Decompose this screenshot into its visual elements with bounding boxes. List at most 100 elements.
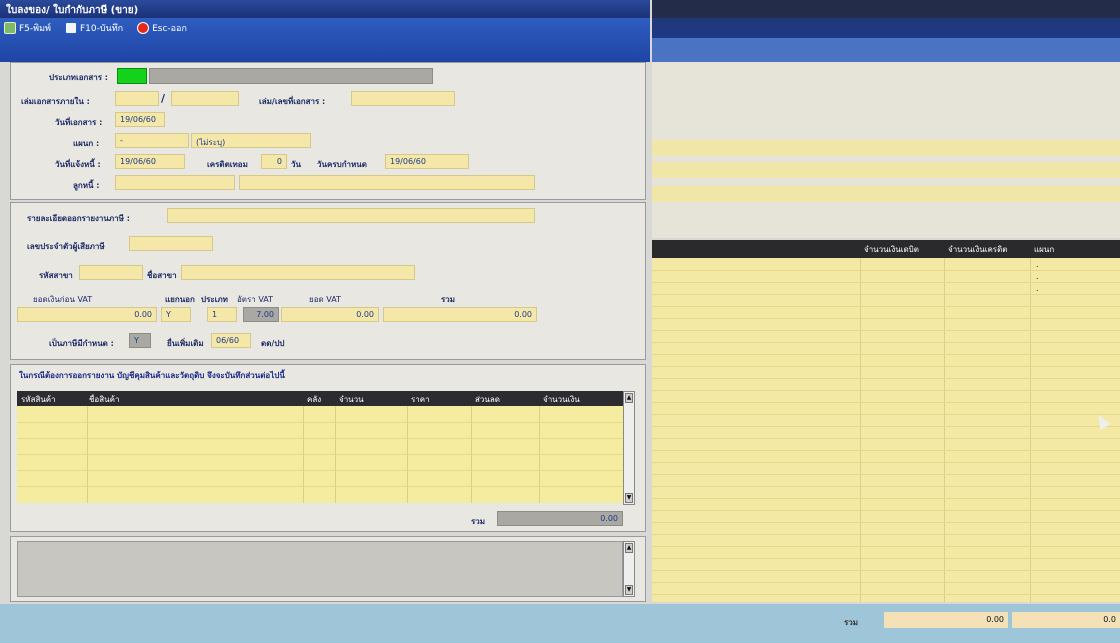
document-header-panel: ประเภทเอกสาร : เล่มเอกสารภายใน : / เล่ม/… bbox=[10, 62, 646, 200]
file-field[interactable]: 06/60 bbox=[211, 333, 251, 348]
due-date-field[interactable]: 19/06/60 bbox=[115, 154, 185, 169]
doc-type-field[interactable] bbox=[149, 68, 433, 84]
col-product-code: รหัสสินค้า bbox=[21, 395, 56, 404]
total-vat-label: รวม bbox=[441, 295, 456, 304]
is-tax-field: Y bbox=[129, 333, 151, 348]
totals-bar: รวม 0.00 0.0 bbox=[0, 604, 1120, 643]
total-vat-field: 0.00 bbox=[383, 307, 537, 322]
col-warehouse: คลัง bbox=[307, 395, 322, 404]
right-toolbar-strip bbox=[652, 38, 1120, 62]
exit-button[interactable]: Esc-ออก bbox=[137, 21, 187, 35]
col-discount: ส่วนลด bbox=[475, 395, 500, 404]
scroll-up-icon[interactable]: ▲ bbox=[625, 393, 633, 403]
branch-code-label: รหัสสาขา bbox=[39, 271, 73, 280]
save-button[interactable]: F10-บันทึก bbox=[64, 21, 124, 35]
print-button[interactable]: F5-พิมพ์ bbox=[4, 21, 51, 35]
credit-term-label: เครดิตเทอม bbox=[207, 160, 248, 169]
tax-detail-panel: รายละเอียดออกรายงานภาษี : เลขประจำตัวผู้… bbox=[10, 202, 646, 360]
branch-code-field[interactable] bbox=[79, 265, 143, 280]
print-label: F5-พิมพ์ bbox=[19, 24, 51, 34]
credit-total-field: 0.0 bbox=[1012, 612, 1120, 628]
internal-doc-field-a[interactable] bbox=[115, 91, 159, 106]
items-grid-header: รหัสสินค้า ชื่อสินค้า คลัง จำนวน ราคา ส่… bbox=[17, 391, 629, 406]
right-title-strip bbox=[652, 0, 1120, 18]
items-caption: ในกรณีต้องการออกรายงาน บัญชีคุมสินค้าและ… bbox=[19, 371, 285, 380]
due-date-label: วันที่แจ้งหนี้ : bbox=[55, 160, 101, 169]
taxid-field[interactable] bbox=[129, 236, 213, 251]
items-total-field: 0.00 bbox=[497, 511, 623, 526]
items-grid-body[interactable] bbox=[17, 406, 629, 503]
file-unit-label: ดด/ปป bbox=[261, 339, 285, 348]
internal-doc-separator: / bbox=[161, 92, 166, 105]
dept-mark-1: . bbox=[1036, 260, 1039, 269]
notes-panel: ▲ ▼ bbox=[10, 536, 646, 602]
tax-detail-field[interactable] bbox=[167, 208, 535, 223]
deadline-label: วันครบกำหนด bbox=[317, 160, 367, 169]
dept-mark-2: . bbox=[1036, 272, 1039, 281]
internal-doc-label: เล่มเอกสารภายใน : bbox=[21, 97, 90, 106]
notes-scrollbar[interactable]: ▲ ▼ bbox=[623, 541, 635, 597]
customer-code-field[interactable] bbox=[115, 175, 235, 190]
notes-scroll-up-icon[interactable]: ▲ bbox=[625, 543, 633, 553]
separate-label: แยกนอก bbox=[165, 295, 195, 304]
col-debit: จำนวนเงินเดบิต bbox=[864, 245, 919, 254]
right-field-3[interactable] bbox=[652, 186, 1120, 202]
toolbar: F5-พิมพ์ F10-บันทึก Esc-ออก bbox=[0, 18, 650, 62]
doc-type-label: ประเภทเอกสาร : bbox=[49, 73, 108, 82]
book-no-field[interactable] bbox=[351, 91, 455, 106]
deadline-field[interactable]: 19/06/60 bbox=[385, 154, 469, 169]
col-price: ราคา bbox=[411, 395, 430, 404]
dept-label: แผนก : bbox=[73, 139, 100, 148]
col-credit: จำนวนเงินเครดิต bbox=[948, 245, 1008, 254]
col-department: แผนก bbox=[1034, 245, 1055, 254]
doc-date-field[interactable]: 19/06/60 bbox=[115, 112, 165, 127]
is-tax-label: เป็นภาษีมีกำหนด : bbox=[49, 339, 114, 348]
notes-field[interactable] bbox=[17, 541, 623, 597]
type-label: ประเภท bbox=[201, 295, 228, 304]
credit-unit-label: วัน bbox=[291, 160, 301, 169]
branch-name-label: ชื่อสาขา bbox=[147, 271, 177, 280]
book-no-label: เล่ม/เลขที่เอกสาร : bbox=[259, 97, 326, 106]
vat-rate-field: 7.00 bbox=[243, 307, 279, 322]
col-amount: จำนวนเงิน bbox=[543, 395, 580, 404]
scroll-down-icon[interactable]: ▼ bbox=[625, 493, 633, 503]
doc-type-indicator bbox=[117, 68, 147, 84]
taxid-label: เลขประจำตัวผู้เสียภาษี bbox=[27, 242, 105, 251]
col-quantity: จำนวน bbox=[339, 395, 364, 404]
journal-grid-body[interactable]: . . . bbox=[652, 258, 1120, 602]
dept-code-field[interactable]: - bbox=[115, 133, 189, 148]
debit-total-field: 0.00 bbox=[884, 612, 1008, 628]
save-icon bbox=[64, 22, 77, 34]
print-icon bbox=[4, 22, 16, 34]
credit-term-field[interactable]: 0 bbox=[261, 154, 287, 169]
vat-amount-field[interactable]: 0.00 bbox=[281, 307, 379, 322]
customer-label: ลูกหนี้ : bbox=[73, 181, 100, 190]
journal-grid-header: จำนวนเงินเดบิต จำนวนเงินเครดิต แผนก bbox=[652, 240, 1120, 258]
type-field[interactable]: 1 bbox=[207, 307, 237, 322]
window-title: ใบลงของ/ ใบกำกับภาษี (ขาย) bbox=[0, 0, 650, 18]
power-icon bbox=[137, 22, 150, 34]
items-total-label: รวม bbox=[471, 517, 486, 526]
items-scrollbar[interactable]: ▲ ▼ bbox=[623, 391, 635, 505]
save-label: F10-บันทึก bbox=[79, 24, 124, 34]
items-panel: ในกรณีต้องการออกรายงาน บัญชีคุมสินค้าและ… bbox=[10, 364, 646, 532]
file-label: ยื่นเพิ่มเติม bbox=[167, 339, 204, 348]
branch-name-field[interactable] bbox=[181, 265, 415, 280]
customer-name-field bbox=[239, 175, 535, 190]
vat-amount-label: ยอด VAT bbox=[309, 295, 341, 304]
exit-label: Esc-ออก bbox=[152, 24, 187, 34]
amount-before-vat-field[interactable]: 0.00 bbox=[17, 307, 157, 322]
dept-mark-3: . bbox=[1036, 284, 1039, 293]
right-top-band bbox=[652, 0, 1120, 62]
notes-scroll-down-icon[interactable]: ▼ bbox=[625, 585, 633, 595]
doc-date-label: วันที่เอกสาร : bbox=[55, 118, 103, 127]
right-field-2[interactable] bbox=[652, 162, 1120, 178]
col-product-name: ชื่อสินค้า bbox=[89, 395, 120, 404]
journal-total-label: รวม bbox=[844, 618, 859, 627]
right-field-1[interactable] bbox=[652, 140, 1120, 156]
dept-name-field: (ไม่ระบุ) bbox=[191, 133, 311, 148]
vat-rate-label: อัตรา VAT bbox=[237, 295, 274, 304]
internal-doc-field-b[interactable] bbox=[171, 91, 239, 106]
separate-field[interactable]: Y bbox=[161, 307, 191, 322]
tax-detail-label: รายละเอียดออกรายงานภาษี : bbox=[27, 214, 130, 223]
